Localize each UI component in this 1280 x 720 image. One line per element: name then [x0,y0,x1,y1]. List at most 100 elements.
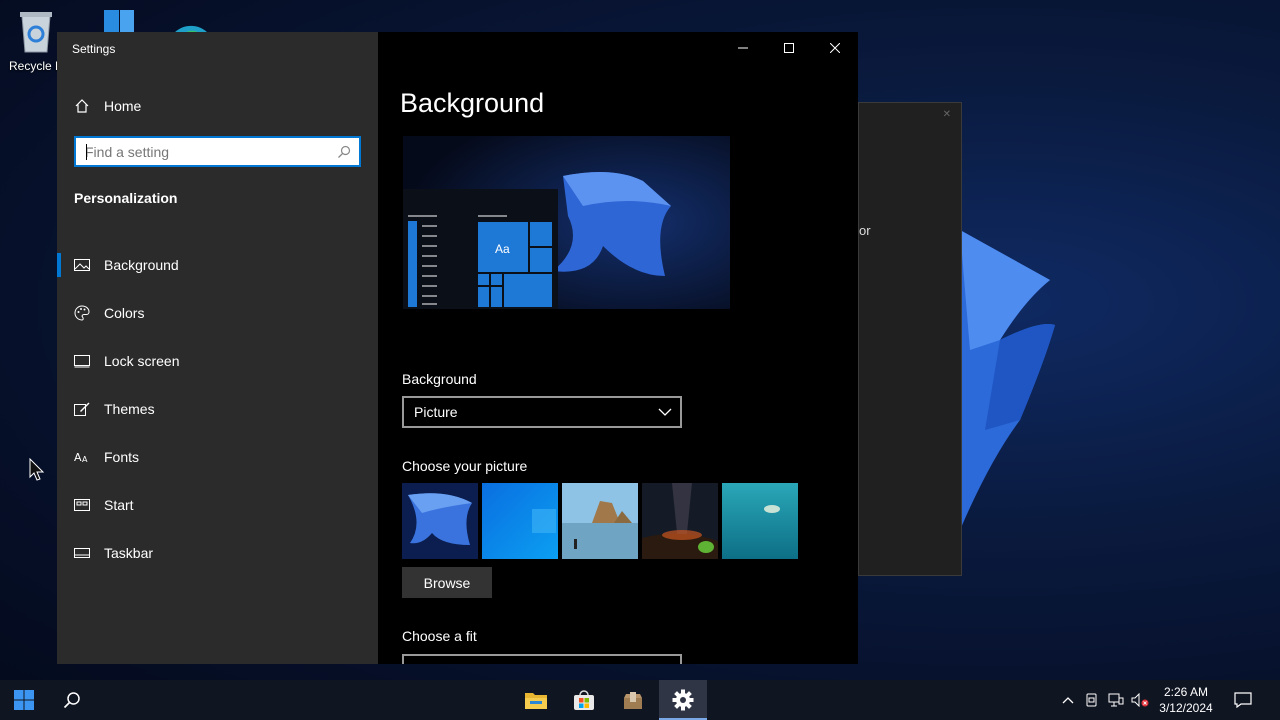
lock-screen-icon [74,355,90,368]
background-preview: Aa [403,136,730,309]
taskbar: 2:26 AM 3/12/2024 [0,680,1280,720]
search-input[interactable] [85,143,325,160]
taskbar-file-explorer[interactable] [512,680,560,720]
notification-icon [1234,692,1252,708]
settings-sidebar: Settings Home Personalization Backgro [57,32,378,664]
minimize-button[interactable] [720,32,766,64]
sidebar-item-lock-screen[interactable]: Lock screen [57,337,378,385]
choose-fit-dropdown[interactable] [402,654,682,664]
svg-text:A: A [74,451,82,464]
volume-muted-icon [1131,693,1149,707]
maximize-icon [784,43,794,53]
section-title: Personalization [74,190,178,206]
text-caret [86,144,87,160]
taskbar-package-app[interactable] [609,680,657,720]
shortcut-icon [104,10,134,32]
sidebar-item-colors[interactable]: Colors [57,289,378,337]
picture-thumb-underwater[interactable] [722,483,798,559]
search-icon [338,145,351,158]
package-icon [624,692,642,709]
taskbar-icon [74,548,90,558]
picture-icon [74,259,90,271]
picture-gallery [402,483,798,559]
clock-time: 2:26 AM [1163,685,1209,699]
page-title: Background [400,88,545,118]
recycle-bin-icon [20,12,52,53]
palette-icon [74,305,90,321]
tray-network-button[interactable] [1106,680,1126,720]
preview-image: Aa [403,136,730,309]
themes-icon [74,402,90,416]
start-button[interactable] [0,680,48,720]
start-icon [74,499,90,511]
chevron-down-icon [658,408,672,416]
bloom-wallpaper [402,483,478,559]
sidebar-item-taskbar[interactable]: Taskbar [57,529,378,577]
night-sky-wallpaper [642,483,718,559]
close-icon [830,43,840,53]
svg-text:A: A [82,455,88,464]
home-nav-item[interactable]: Home [57,90,378,122]
settings-gear-icon [672,689,694,711]
edge-icon [173,25,209,34]
mouse-cursor-icon [29,458,45,481]
sidebar-item-background[interactable]: Background [57,241,378,289]
home-label: Home [104,98,142,114]
background-type-value: Picture [414,404,458,420]
tray-overflow-button[interactable] [1058,680,1078,720]
background-type-dropdown[interactable]: Picture [402,396,682,428]
taskbar-clock[interactable]: 2:26 AM 3/12/2024 [1152,684,1220,716]
tray-volume-button[interactable] [1129,680,1151,720]
picture-thumb-bloom[interactable] [402,483,478,559]
sidebar-item-label: Lock screen [104,353,180,369]
underwater-wallpaper [722,483,798,559]
network-icon [1108,693,1124,707]
settings-window[interactable]: Settings Home Personalization Backgro [57,32,858,664]
windows-blue-wallpaper [482,483,558,559]
notification-center-button[interactable] [1228,680,1258,720]
taskbar-settings[interactable] [659,680,707,720]
sidebar-item-label: Themes [104,401,155,417]
window-controls [720,32,858,64]
home-icon [75,99,89,113]
close-button[interactable] [812,32,858,64]
sidebar-item-label: Background [104,257,179,273]
settings-content: Background Aa Background Picture Choose … [378,32,858,664]
choose-picture-label: Choose your picture [402,458,528,474]
find-setting-search[interactable] [74,136,361,167]
personalization-nav: Background Colors Lock screen Themes A A… [57,241,378,577]
window-title: Settings [72,42,116,56]
sidebar-item-start[interactable]: Start [57,481,378,529]
background-window[interactable]: ✕ or [858,102,962,576]
background-window-text: or [859,223,871,238]
maximize-button[interactable] [766,32,812,64]
browse-button[interactable]: Browse [402,567,492,598]
store-icon [574,690,594,710]
picture-thumb-beach-rocks[interactable] [562,483,638,559]
sidebar-item-label: Taskbar [104,545,154,561]
background-type-label: Background [402,371,477,387]
sidebar-item-label: Fonts [104,449,140,465]
fonts-icon: A A [74,451,88,464]
preview-tile-text: Aa [495,242,510,256]
wallpaper-bloom [960,230,1055,530]
chevron-up-icon [1062,697,1074,704]
sidebar-item-themes[interactable]: Themes [57,385,378,433]
sidebar-item-label: Start [104,497,134,513]
windows-start-icon [14,690,34,710]
beach-rocks-wallpaper [562,483,638,559]
taskbar-search-button[interactable] [48,680,96,720]
picture-thumb-night-sky[interactable] [642,483,718,559]
picture-thumb-windows-blue[interactable] [482,483,558,559]
background-window-close-icon[interactable]: ✕ [943,109,951,120]
search-icon [63,692,80,709]
clock-date: 3/12/2024 [1159,701,1213,715]
sidebar-item-label: Colors [104,305,145,321]
device-icon [1086,693,1097,707]
sidebar-item-fonts[interactable]: A A Fonts [57,433,378,481]
file-explorer-icon [525,693,547,709]
choose-fit-label: Choose a fit [402,628,477,644]
minimize-icon [738,47,748,49]
tray-device-button[interactable] [1082,680,1102,720]
taskbar-store[interactable] [560,680,608,720]
